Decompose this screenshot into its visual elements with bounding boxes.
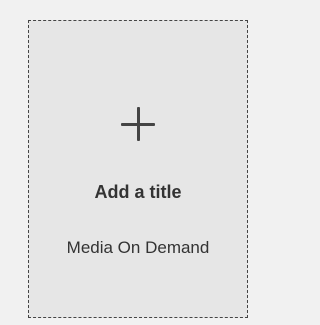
- plus-icon[interactable]: [121, 107, 155, 141]
- card-title: Add a title: [94, 182, 182, 202]
- card-subtitle: Media On Demand: [66, 238, 210, 257]
- add-title-card[interactable]: Add a title Media On Demand: [28, 20, 248, 318]
